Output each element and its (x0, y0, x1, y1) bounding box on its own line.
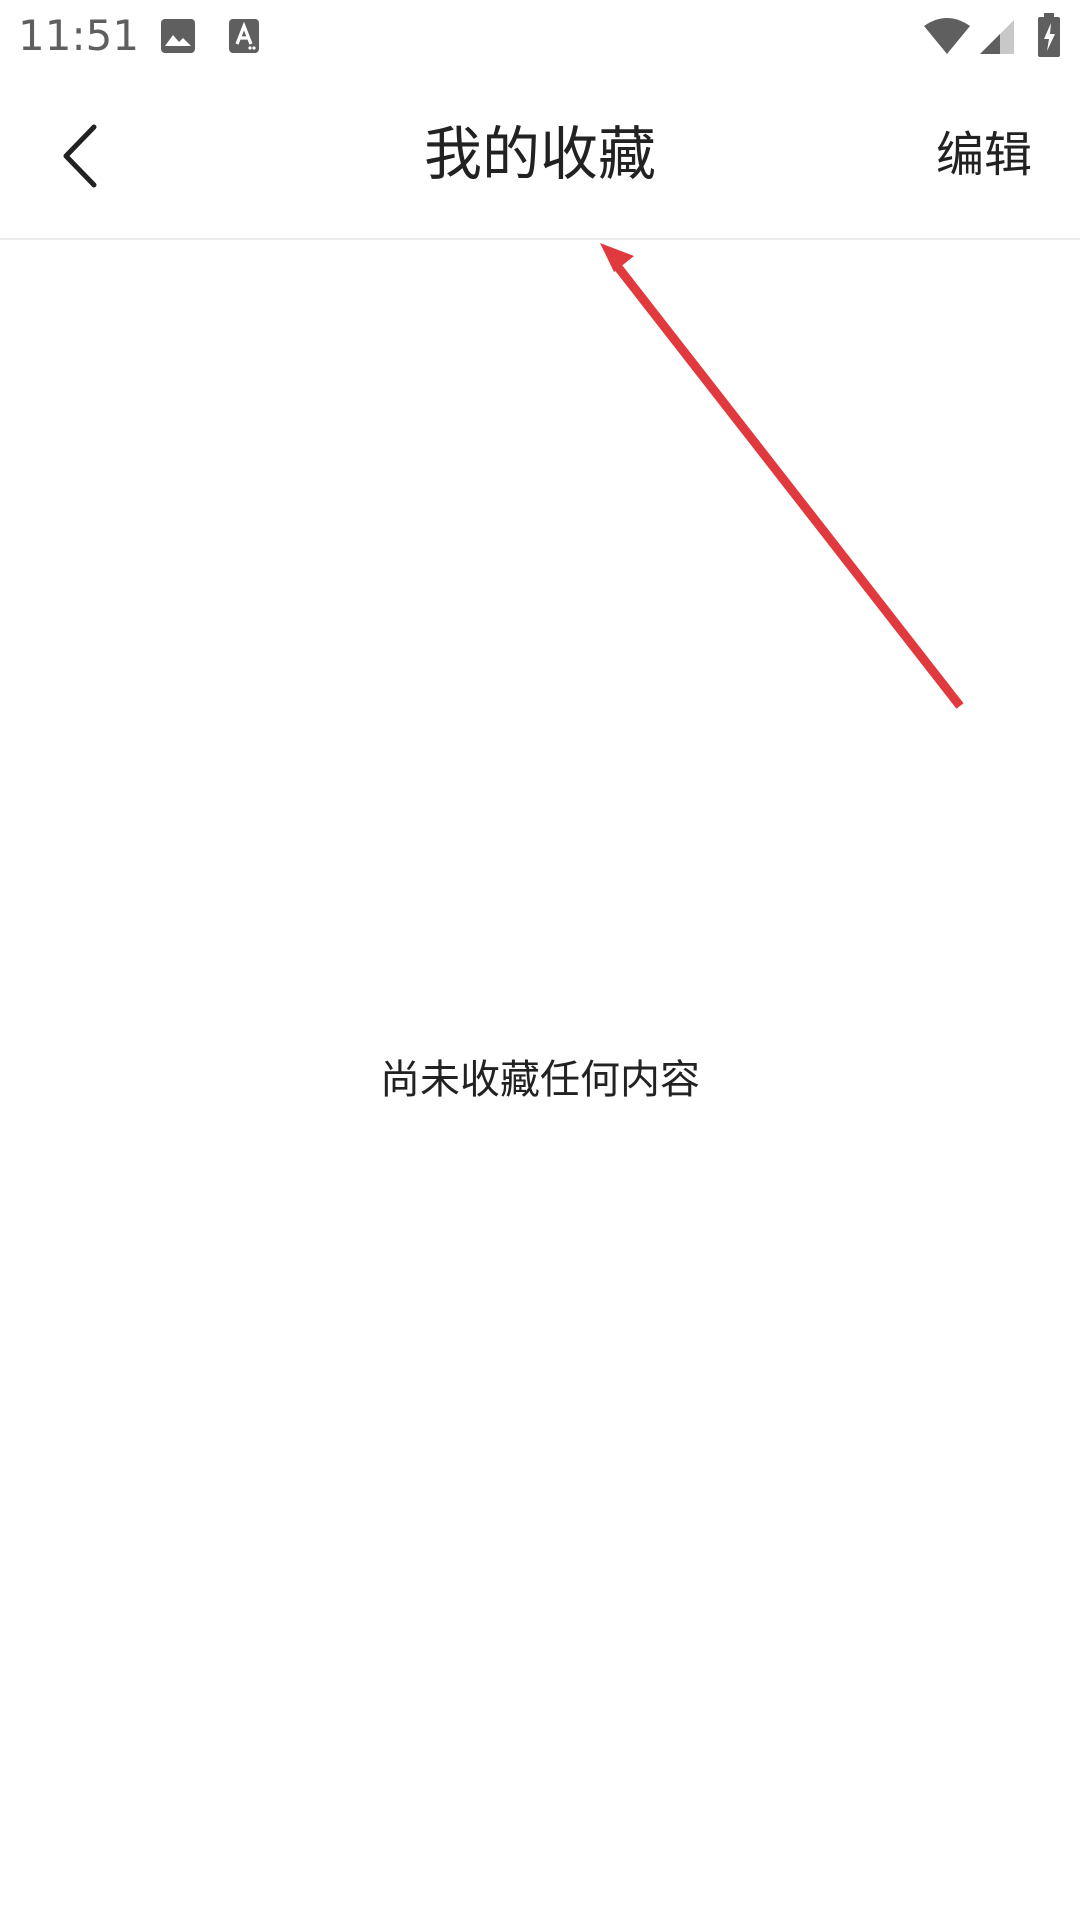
annotation-arrow (600, 243, 964, 709)
image-notification-icon (161, 19, 195, 53)
edit-button[interactable]: 编辑 (936, 124, 1032, 186)
empty-state-message: 尚未收藏任何内容 (380, 1057, 700, 1103)
page-title: 我的收藏 (423, 120, 656, 188)
cell-signal-icon (980, 20, 1014, 54)
battery-charging-icon (1038, 13, 1060, 57)
wifi-icon (924, 18, 970, 54)
text-notification-icon (229, 19, 259, 53)
app-bar: 我的收藏 编辑 (0, 72, 1080, 240)
status-time: 11:51 (18, 11, 140, 60)
favorites-screen: 11:51 我的收藏 编辑 尚未收藏任何内容 (0, 0, 1080, 1920)
status-bar: 11:51 (0, 0, 1080, 72)
